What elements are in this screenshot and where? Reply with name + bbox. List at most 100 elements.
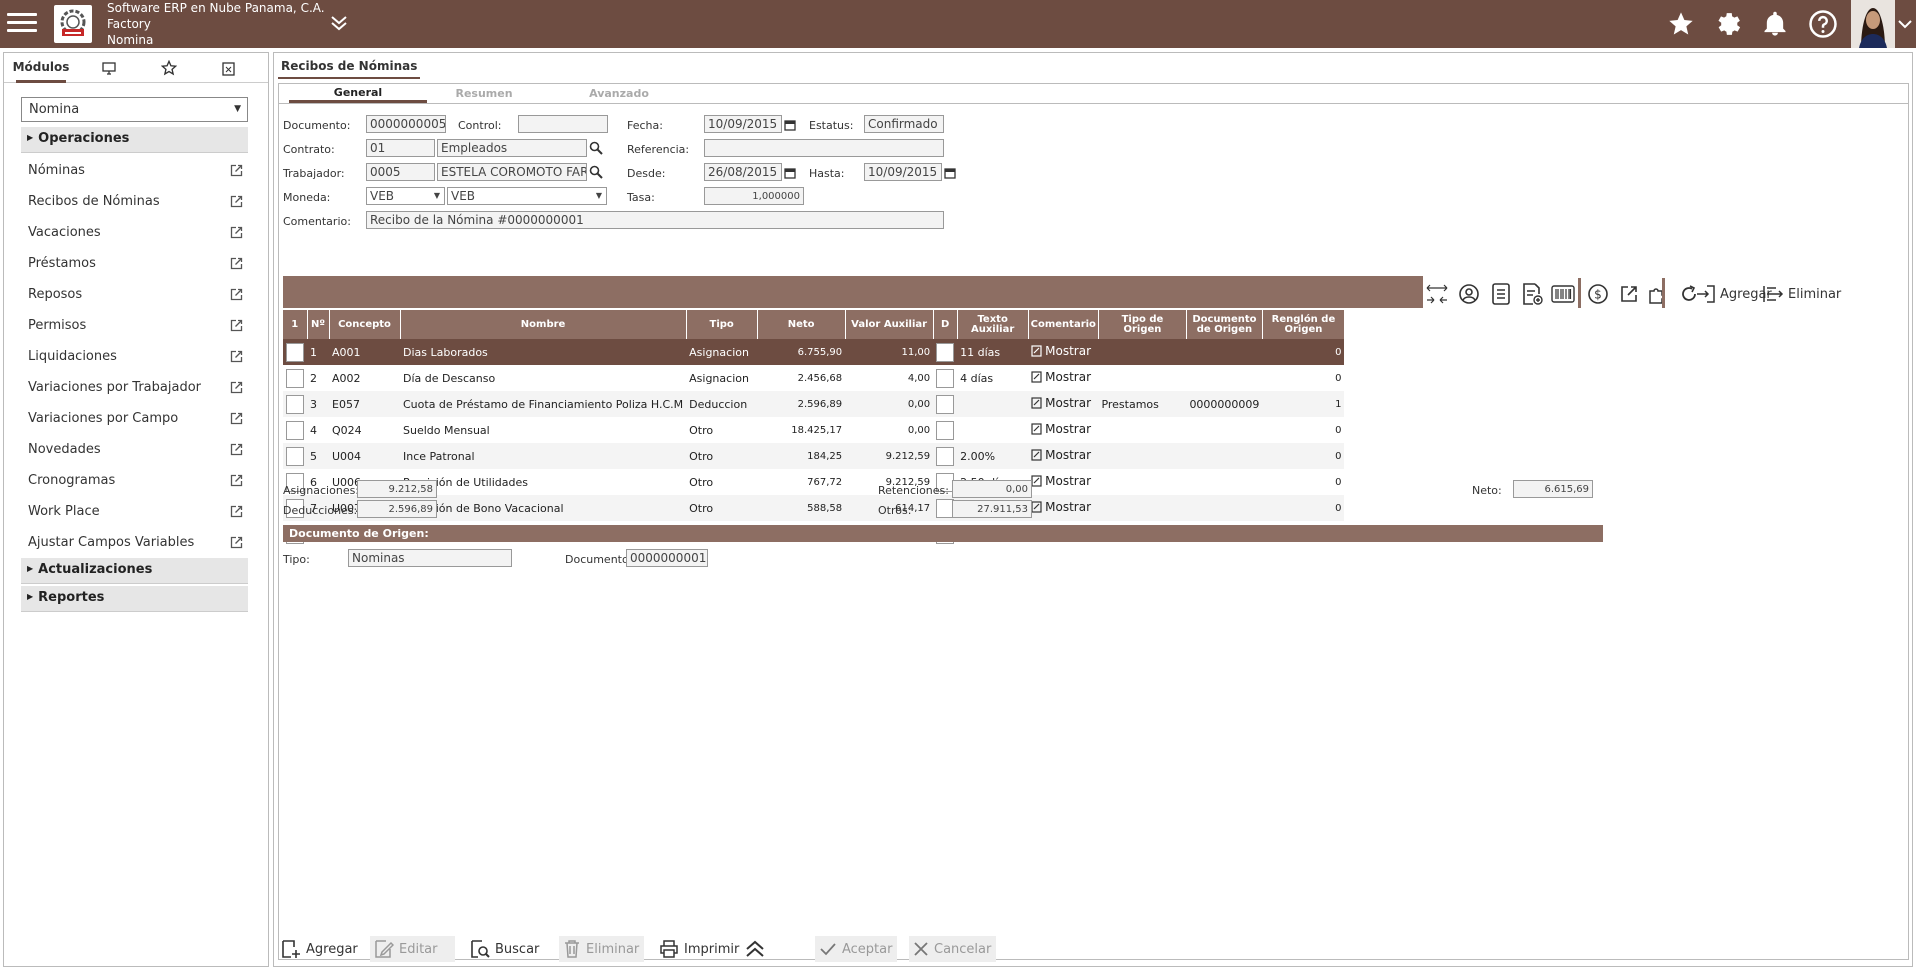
document-list-icon[interactable]	[1488, 281, 1514, 307]
contrato-name-field[interactable]: Empleados	[437, 139, 587, 157]
hasta-field[interactable]: 10/09/2015	[864, 163, 942, 181]
editar-button[interactable]: Editar	[370, 936, 455, 962]
sidebar-item[interactable]: Permisos	[28, 310, 248, 341]
external-link-icon[interactable]	[230, 505, 243, 518]
grid-column-header[interactable]: Valor Auxiliar	[845, 310, 934, 339]
sidebar-item[interactable]: Variaciones por Trabajador	[28, 372, 248, 403]
row-d-checkbox[interactable]	[936, 420, 955, 440]
section-actualizaciones[interactable]: ▶ Actualizaciones	[21, 558, 248, 584]
origen-documento-field[interactable]: 0000000001	[626, 549, 708, 567]
mostrar-link[interactable]: Mostrar	[1031, 344, 1091, 358]
sidebar-item[interactable]: Ajustar Campos Variables	[28, 527, 248, 558]
table-row[interactable]: 5 U004 Ince Patronal Otro 184,25 9.212,59 2.00…	[283, 443, 1345, 469]
table-row[interactable]: 7 U007 Provisión de Bono Vacacional Otro 588…	[283, 495, 1345, 521]
mostrar-link[interactable]: Mostrar	[1031, 370, 1091, 384]
gear-icon[interactable]	[1712, 8, 1744, 40]
grid-column-header[interactable]: Nombre	[400, 310, 687, 339]
table-row[interactable]: 2 A002 Día de Descanso Asignacion 2.456,68 4,…	[283, 365, 1344, 391]
mostrar-link[interactable]: Mostrar	[1031, 500, 1091, 514]
fecha-field[interactable]: 10/09/2015	[704, 115, 782, 133]
moneda-code-select[interactable]: VEB ▼	[366, 187, 445, 205]
star-icon[interactable]	[154, 53, 184, 83]
puzzle-icon[interactable]	[1645, 281, 1671, 307]
buscar-button[interactable]: Buscar	[466, 936, 543, 962]
subtab-general[interactable]: General	[289, 84, 427, 103]
row-checkbox[interactable]	[286, 420, 304, 440]
imprimir-button[interactable]: Imprimir	[655, 936, 743, 962]
tab-recibos-de-nominas[interactable]: Recibos de Nóminas	[278, 55, 421, 79]
grid-column-header[interactable]: Nº	[307, 310, 330, 339]
eliminar-button[interactable]: Eliminar	[559, 936, 644, 962]
estatus-field[interactable]: Confirmado	[864, 115, 944, 133]
trabajador-code-field[interactable]: 0005	[366, 163, 435, 181]
row-d-checkbox[interactable]	[936, 342, 955, 362]
subtab-avanzado[interactable]: Avanzado	[564, 84, 674, 103]
desde-field[interactable]: 26/08/2015	[704, 163, 782, 181]
subtab-resumen[interactable]: Resumen	[429, 84, 539, 103]
search-icon[interactable]	[589, 141, 603, 155]
tab-modulos[interactable]: Módulos	[13, 53, 69, 83]
comentario-field[interactable]: Recibo de la Nómina #0000000001	[366, 211, 944, 229]
bell-icon[interactable]	[1759, 8, 1791, 40]
contrato-code-field[interactable]: 01	[366, 139, 435, 157]
grid-column-header[interactable]: Texto Auxiliar	[957, 310, 1029, 339]
sidebar-item[interactable]: Recibos de Nóminas	[28, 186, 248, 217]
external-link-icon[interactable]	[230, 474, 243, 487]
section-operaciones[interactable]: ▶ Operaciones	[21, 127, 248, 153]
documento-field[interactable]: 0000000005	[366, 115, 446, 133]
monitor-icon[interactable]	[94, 53, 124, 83]
table-row[interactable]: 3 E057 Cuota de Préstamo de Financiamiento…	[283, 391, 1345, 417]
trabajador-name-field[interactable]: ESTELA COROMOTO FARIAS	[437, 163, 587, 181]
sidebar-item[interactable]: Variaciones por Campo	[28, 403, 248, 434]
external-link-icon[interactable]	[230, 443, 243, 456]
menu-icon[interactable]	[6, 8, 38, 40]
calendar-icon[interactable]	[784, 119, 796, 131]
help-icon[interactable]	[1807, 8, 1839, 40]
sidebar-item[interactable]: Liquidaciones	[28, 341, 248, 372]
grid-column-header[interactable]: D	[933, 310, 958, 339]
grid-column-header[interactable]: Renglón de Origen	[1262, 310, 1345, 339]
section-reportes[interactable]: ▶ Reportes	[21, 586, 248, 612]
external-link-icon[interactable]	[230, 350, 243, 363]
grid-agregar-button[interactable]: Agregar	[1696, 284, 1772, 304]
user-circle-icon[interactable]	[1456, 281, 1482, 307]
grid-column-header[interactable]: Comentario	[1028, 310, 1099, 339]
row-checkbox[interactable]	[286, 368, 304, 388]
row-d-checkbox[interactable]	[936, 446, 955, 466]
table-row[interactable]: 4 Q024 Sueldo Mensual Otro 18.425,17 0,00 Most…	[283, 417, 1344, 443]
mostrar-link[interactable]: Mostrar	[1031, 474, 1091, 488]
grid-column-header[interactable]: 1	[283, 310, 308, 339]
calendar-icon[interactable]	[784, 167, 796, 179]
external-link-icon[interactable]	[230, 257, 243, 270]
calendar-icon[interactable]	[944, 167, 956, 179]
double-chevron-up-icon[interactable]	[740, 936, 775, 962]
origen-tipo-field[interactable]: Nominas	[348, 549, 512, 567]
grid-column-header[interactable]: Neto	[757, 310, 846, 339]
double-chevron-down-icon[interactable]	[328, 12, 350, 34]
row-checkbox[interactable]	[286, 342, 304, 362]
external-link-icon[interactable]	[230, 195, 243, 208]
row-d-checkbox[interactable]	[936, 394, 955, 414]
mostrar-link[interactable]: Mostrar	[1031, 448, 1091, 462]
grid-column-header[interactable]: Tipo de Origen	[1098, 310, 1187, 339]
grid-column-header[interactable]: Documento de Origen	[1186, 310, 1263, 339]
user-avatar[interactable]	[1851, 0, 1895, 48]
row-checkbox[interactable]	[286, 446, 304, 466]
clipboard-icon[interactable]	[213, 53, 243, 83]
module-select[interactable]: Nomina ▼	[21, 97, 248, 122]
external-link-icon[interactable]	[230, 288, 243, 301]
control-field[interactable]	[518, 115, 608, 133]
sidebar-item[interactable]: Work Place	[28, 496, 248, 527]
document-add-icon[interactable]	[1519, 281, 1545, 307]
external-link-icon[interactable]	[230, 412, 243, 425]
dollar-circle-icon[interactable]: $	[1585, 281, 1611, 307]
external-link-icon[interactable]	[230, 164, 243, 177]
mostrar-link[interactable]: Mostrar	[1031, 422, 1091, 436]
sidebar-item[interactable]: Préstamos	[28, 248, 248, 279]
expand-columns-icon[interactable]	[1424, 281, 1450, 307]
table-row[interactable]: 6 U006 Provisión de Utilidades Otro 767,72 9.…	[283, 469, 1344, 495]
row-checkbox[interactable]	[286, 394, 304, 414]
external-link-icon[interactable]	[230, 226, 243, 239]
row-d-checkbox[interactable]	[936, 368, 955, 388]
mostrar-link[interactable]: Mostrar	[1031, 396, 1091, 410]
